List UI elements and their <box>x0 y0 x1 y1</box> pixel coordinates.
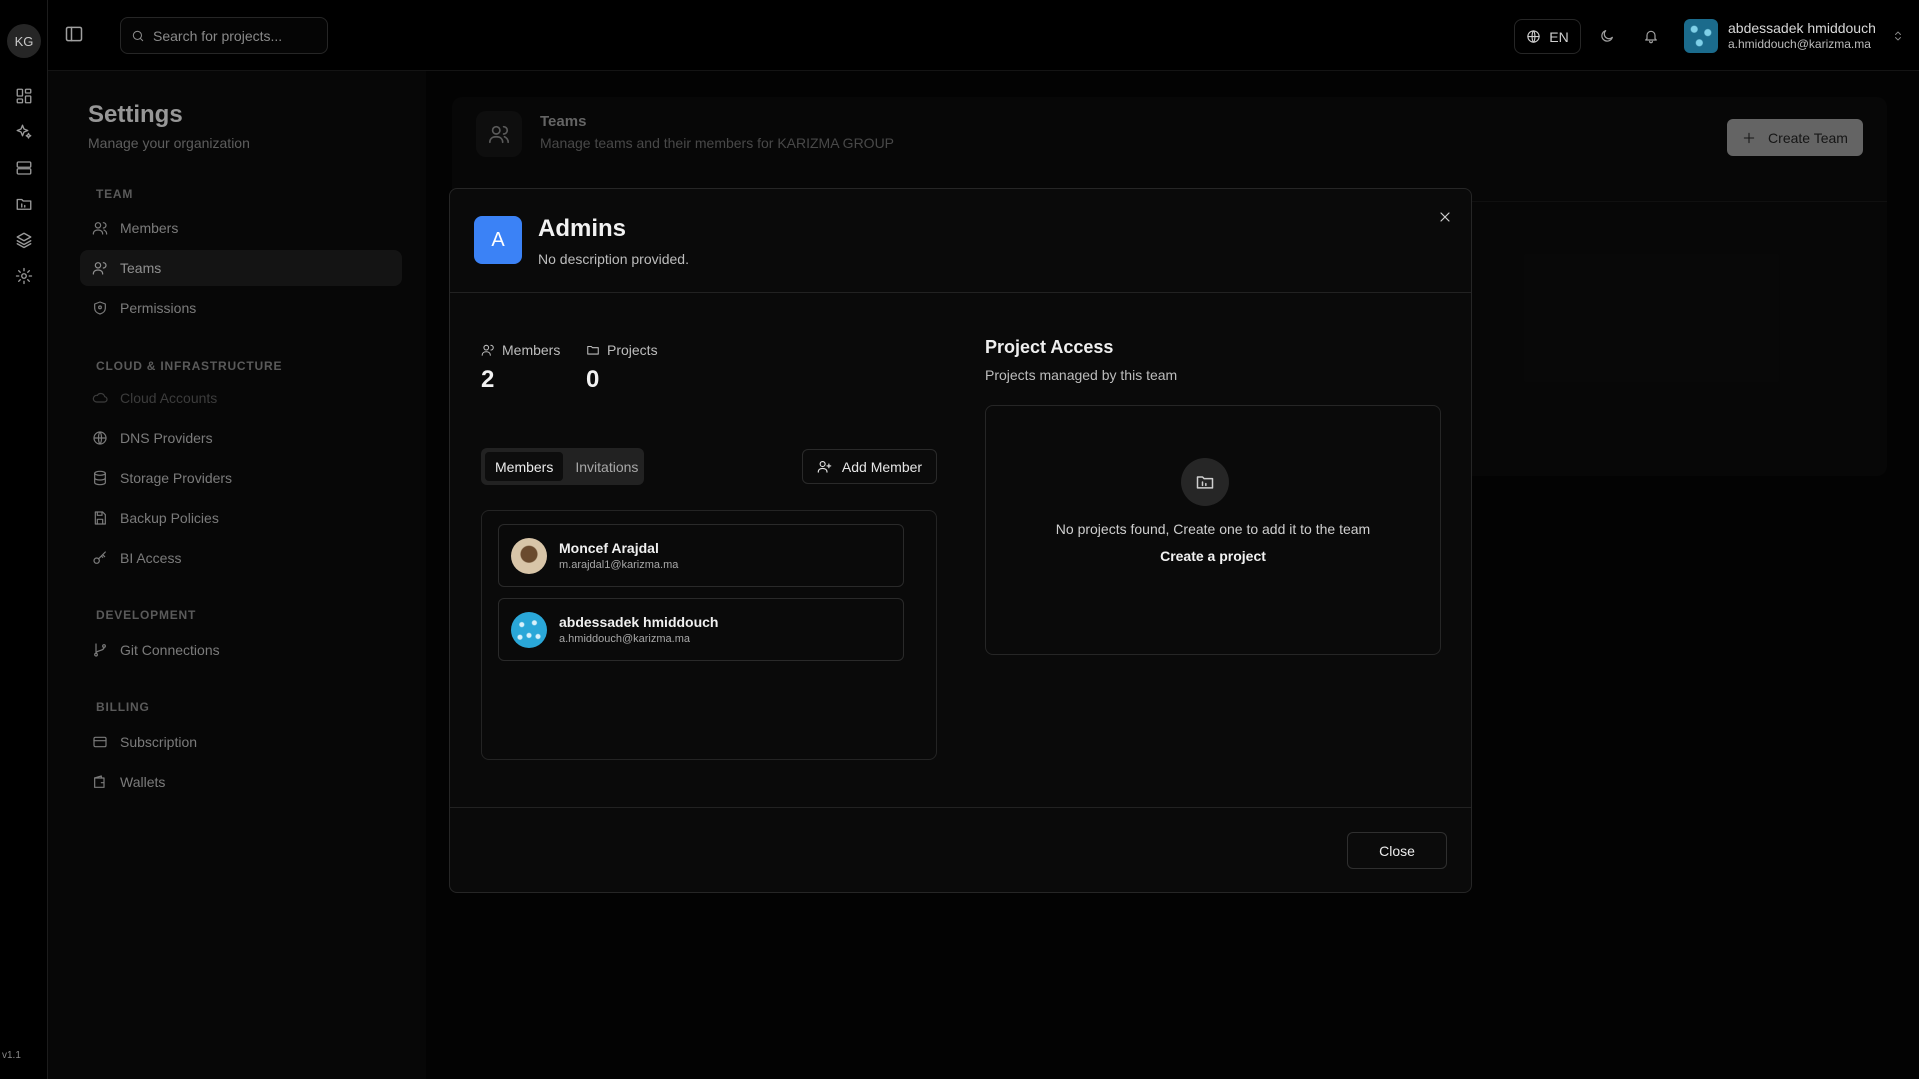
layers-icon[interactable] <box>12 228 36 252</box>
member-name: abdessadek hmiddouch <box>559 613 719 630</box>
team-name: Admins <box>538 215 627 242</box>
project-access-title: Project Access <box>985 337 1114 357</box>
close-icon[interactable] <box>1437 209 1455 227</box>
add-member-label: Add Member <box>841 458 923 475</box>
language-code: EN <box>1549 28 1569 45</box>
users-icon <box>481 343 495 357</box>
team-avatar: A <box>474 216 522 264</box>
members-stat-value: 2 <box>481 366 495 393</box>
divider <box>450 807 1471 808</box>
sparkles-icon[interactable] <box>12 120 36 144</box>
create-project-link[interactable]: Create a project <box>986 548 1440 564</box>
members-stat: Members 2 <box>481 342 560 394</box>
folder-icon[interactable] <box>12 192 36 216</box>
members-list: Moncef Arajdal m.arajdal1@karizma.ma abd… <box>481 510 937 760</box>
projects-stat-value: 0 <box>586 366 600 393</box>
globe-icon <box>1526 29 1541 44</box>
team-details-modal: A Admins No description provided. Member… <box>449 188 1472 893</box>
user-email: a.hmiddouch@karizma.ma <box>1728 37 1871 52</box>
chevron-up-down-icon <box>1892 29 1904 43</box>
list-item[interactable]: Moncef Arajdal m.arajdal1@karizma.ma <box>498 524 904 587</box>
project-access-empty-state: No projects found, Create one to add it … <box>985 405 1441 655</box>
folder-icon <box>586 343 600 357</box>
folder-icon <box>1181 458 1229 506</box>
icon-rail: KG v1.1 <box>0 0 48 1079</box>
app-version: v1.1 <box>2 1050 21 1061</box>
language-switcher[interactable]: EN <box>1514 19 1581 54</box>
gear-icon[interactable] <box>12 264 36 288</box>
member-email: a.hmiddouch@karizma.ma <box>559 632 690 645</box>
bell-icon[interactable] <box>1639 24 1663 48</box>
tab-invitations[interactable]: Invitations <box>565 452 648 481</box>
empty-state-text: No projects found, Create one to add it … <box>1055 521 1371 537</box>
user-avatar <box>1684 19 1718 53</box>
members-tabs: Members Invitations <box>481 448 644 485</box>
user-name: abdessadek hmiddouch <box>1728 20 1876 37</box>
user-menu[interactable]: abdessadek hmiddouch a.hmiddouch@karizma… <box>1684 16 1919 56</box>
avatar <box>511 611 547 648</box>
list-item[interactable]: abdessadek hmiddouch a.hmiddouch@karizma… <box>498 598 904 661</box>
search-icon <box>131 29 145 43</box>
projects-stat-label: Projects <box>607 342 658 358</box>
search-input[interactable] <box>153 27 313 44</box>
user-plus-icon <box>817 459 832 474</box>
avatar <box>511 537 547 574</box>
tab-members[interactable]: Members <box>485 452 564 481</box>
member-email: m.arajdal1@karizma.ma <box>559 558 679 571</box>
projects-stat: Projects 0 <box>586 342 658 394</box>
add-member-button[interactable]: Add Member <box>802 449 937 484</box>
divider <box>450 292 1471 293</box>
org-logo[interactable]: KG <box>7 24 41 58</box>
sidebar-toggle-icon[interactable] <box>64 24 88 48</box>
team-description: No description provided. <box>538 251 689 267</box>
close-button[interactable]: Close <box>1347 832 1447 869</box>
moon-icon[interactable] <box>1595 24 1619 48</box>
search-box[interactable] <box>120 17 328 54</box>
dashboard-icon[interactable] <box>12 84 36 108</box>
member-name: Moncef Arajdal <box>559 539 659 556</box>
server-icon[interactable] <box>12 156 36 180</box>
top-bar: EN abdessadek hmiddouch a.hmiddouch@kari… <box>48 0 1919 71</box>
project-access-subtitle: Projects managed by this team <box>985 367 1178 383</box>
members-stat-label: Members <box>502 342 561 358</box>
